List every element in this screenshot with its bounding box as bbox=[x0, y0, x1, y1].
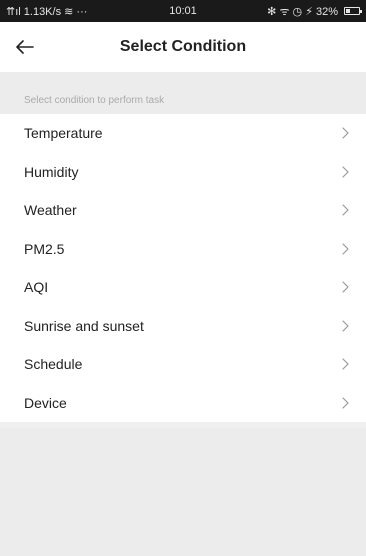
arrow-left-icon bbox=[16, 40, 34, 54]
condition-item-sunrise-and-sunset[interactable]: Sunrise and sunset bbox=[0, 307, 366, 346]
page-title: Select Condition bbox=[119, 38, 247, 55]
chevron-right-icon bbox=[340, 203, 350, 217]
network-speed: ⇈ıl 1.13K/s ≋ ··· bbox=[6, 5, 88, 18]
condition-item-weather[interactable]: Weather bbox=[0, 191, 366, 230]
condition-label: Weather bbox=[24, 202, 77, 219]
condition-item-aqi[interactable]: AQI bbox=[0, 268, 366, 307]
condition-label: Temperature bbox=[24, 125, 103, 142]
condition-item-pm2-5[interactable]: PM2.5 bbox=[0, 230, 366, 269]
chevron-right-icon bbox=[340, 242, 350, 256]
condition-label: Schedule bbox=[24, 356, 83, 373]
chevron-right-icon bbox=[340, 126, 350, 140]
header: Select Condition bbox=[0, 22, 366, 72]
back-button[interactable] bbox=[10, 32, 40, 62]
chevron-right-icon bbox=[340, 396, 350, 410]
condition-label: Device bbox=[24, 394, 67, 411]
chevron-right-icon bbox=[340, 165, 350, 179]
condition-item-schedule[interactable]: Schedule bbox=[0, 345, 366, 384]
status-bar: ⇈ıl 1.13K/s ≋ ··· 10:01 ✻ ᯤ ◷ ⚡ 32% bbox=[0, 0, 366, 22]
section-hint: Select condition to perform task bbox=[0, 86, 366, 114]
battery-icon bbox=[344, 7, 362, 15]
condition-list: Temperature Humidity Weather PM2.5 AQI Sunris… bbox=[0, 114, 366, 422]
status-left: ⇈ıl 1.13K/s ≋ ··· bbox=[6, 5, 87, 18]
empty-area bbox=[0, 428, 366, 556]
chevron-right-icon bbox=[340, 319, 350, 333]
chevron-right-icon bbox=[340, 280, 350, 294]
condition-item-humidity[interactable]: Humidity bbox=[0, 153, 366, 192]
status-icons: ✻ ᯤ ◷ ⚡ 32% bbox=[267, 5, 338, 18]
header-spacer bbox=[0, 72, 366, 86]
condition-item-device[interactable]: Device bbox=[0, 384, 366, 423]
status-right: ✻ ᯤ ◷ ⚡ 32% bbox=[267, 4, 362, 19]
condition-label: PM2.5 bbox=[24, 240, 65, 257]
condition-item-temperature[interactable]: Temperature bbox=[0, 114, 366, 153]
condition-label: Sunrise and sunset bbox=[24, 317, 144, 334]
chevron-right-icon bbox=[340, 357, 350, 371]
condition-label: AQI bbox=[24, 279, 49, 296]
condition-label: Humidity bbox=[24, 163, 79, 180]
